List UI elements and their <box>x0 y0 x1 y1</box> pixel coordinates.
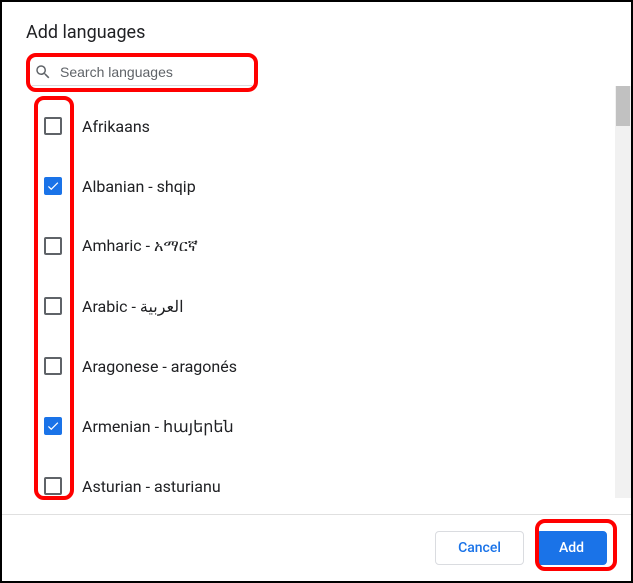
language-item[interactable]: Albanian - shqip <box>44 156 621 216</box>
language-list: Afrikaans Albanian - shqip Amharic - አማርኛ A… <box>44 96 621 514</box>
language-label: Albanian - shqip <box>82 177 196 196</box>
language-label: Arabic - العربية <box>82 297 184 316</box>
language-label: Armenian - հայերեն <box>82 417 234 436</box>
language-item[interactable]: Armenian - հայերեն <box>44 396 621 456</box>
search-input[interactable] <box>60 64 250 80</box>
language-label: Aragonese - aragonés <box>82 357 237 376</box>
language-label: Asturian - asturianu <box>82 477 221 496</box>
search-field-highlight <box>26 53 258 92</box>
language-item[interactable]: Afrikaans <box>44 96 621 156</box>
scrollbar-thumb[interactable] <box>616 86 630 126</box>
language-label: Afrikaans <box>82 117 150 136</box>
language-checkbox[interactable] <box>44 177 62 195</box>
language-label: Amharic - አማርኛ <box>82 236 198 256</box>
language-item[interactable]: Aragonese - aragonés <box>44 336 621 396</box>
language-item[interactable]: Amharic - አማርኛ <box>44 216 621 276</box>
checkbox-unchecked-icon[interactable] <box>44 297 62 315</box>
checkbox-unchecked-icon[interactable] <box>44 117 62 135</box>
add-button[interactable]: Add <box>536 531 607 565</box>
dialog-footer: Cancel Add <box>2 514 631 581</box>
search-field[interactable] <box>32 59 252 86</box>
add-languages-dialog: Add languages AfrikaansAlbanian - shqipA… <box>2 2 631 581</box>
language-list-scroll[interactable]: Afrikaans Albanian - shqip Amharic - አማርኛ A… <box>2 96 621 514</box>
language-checkbox[interactable] <box>44 477 62 495</box>
language-checkbox[interactable] <box>44 357 62 375</box>
language-list-area: Afrikaans Albanian - shqip Amharic - አማርኛ A… <box>2 96 621 514</box>
cancel-button[interactable]: Cancel <box>435 531 524 565</box>
checkbox-checked-icon[interactable] <box>44 177 62 195</box>
scrollbar-track[interactable] <box>615 86 631 498</box>
language-checkbox[interactable] <box>44 117 62 135</box>
language-checkbox[interactable] <box>44 237 62 255</box>
search-icon <box>34 63 52 81</box>
checkbox-unchecked-icon[interactable] <box>44 237 62 255</box>
checkbox-unchecked-icon[interactable] <box>44 477 62 495</box>
language-item[interactable]: Arabic - العربية <box>44 276 621 336</box>
language-checkbox[interactable] <box>44 297 62 315</box>
checkbox-unchecked-icon[interactable] <box>44 357 62 375</box>
dialog-title: Add languages <box>2 22 631 53</box>
language-item[interactable]: Asturian - asturianu <box>44 456 621 514</box>
checkbox-checked-icon[interactable] <box>44 417 62 435</box>
language-checkbox[interactable] <box>44 417 62 435</box>
